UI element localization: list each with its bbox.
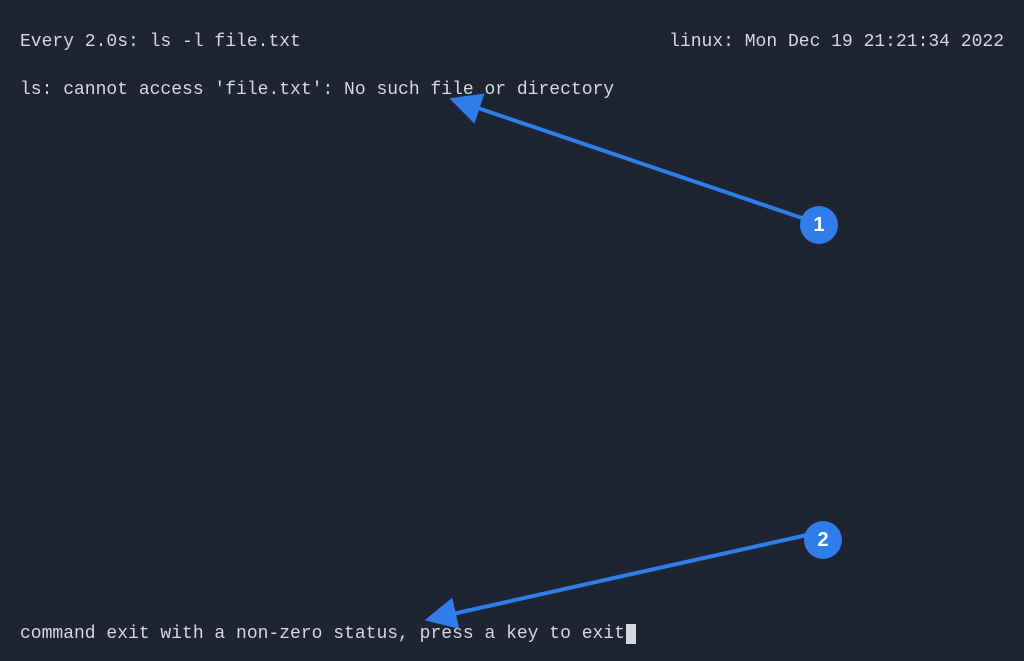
- watch-host-time: linux: Mon Dec 19 21:21:34 2022: [669, 32, 1004, 52]
- badge-1-number: 1: [813, 214, 824, 237]
- watch-header-row: Every 2.0s: ls -l file.txt linux: Mon De…: [20, 32, 1004, 52]
- arrow-1: [472, 106, 802, 218]
- annotation-badge-1: 1: [800, 206, 838, 244]
- watch-interval-command: Every 2.0s: ls -l file.txt: [20, 32, 301, 52]
- arrow-2: [448, 535, 807, 615]
- badge-2-number: 2: [817, 529, 828, 552]
- annotation-badge-2: 2: [804, 521, 842, 559]
- status-message: command exit with a non-zero status, pre…: [20, 624, 625, 644]
- command-output-line: ls: cannot access 'file.txt': No such fi…: [20, 80, 614, 100]
- ls-error-text: ls: cannot access 'file.txt': No such fi…: [20, 80, 614, 100]
- watch-status-line[interactable]: command exit with a non-zero status, pre…: [20, 624, 636, 644]
- cursor-icon: [626, 624, 636, 644]
